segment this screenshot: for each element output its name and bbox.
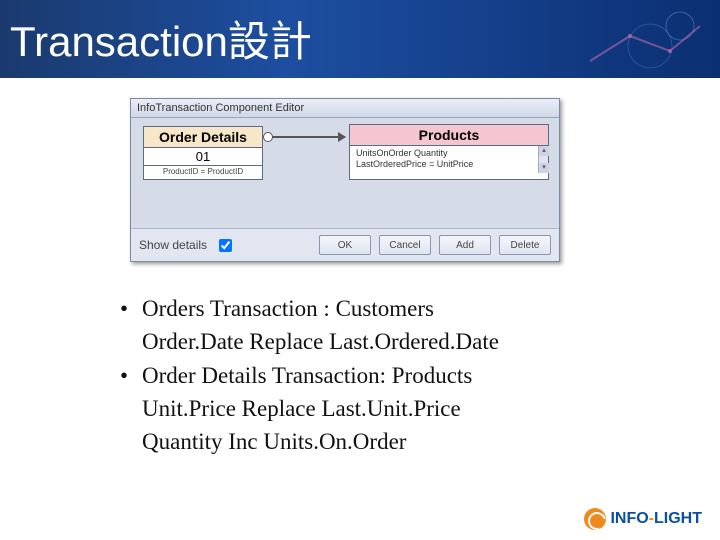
show-details-label: Show details [139, 238, 207, 252]
order-details-footer: ProductID = ProductID [144, 166, 262, 177]
products-line: UnitsOnOrder Quantity [356, 148, 542, 159]
logo-mark-icon [584, 508, 606, 530]
bullet-continuation: Quantity Inc Units.On.Order [120, 425, 640, 458]
products-scrollbar[interactable]: ▴ ▾ [538, 146, 548, 173]
bullet-continuation: Unit.Price Replace Last.Unit.Price [120, 392, 640, 425]
bullet-text: Orders Transaction : Customers [142, 292, 640, 325]
title-decoration [570, 6, 710, 72]
bullet-icon: • [120, 359, 142, 392]
editor-footer: Show details OK Cancel Add Delete [131, 228, 559, 261]
brand-logo: INFO-LIGHT [584, 508, 702, 530]
bullet-icon: • [120, 292, 142, 325]
logo-text: INFO-LIGHT [610, 510, 702, 528]
scroll-up-icon[interactable]: ▴ [539, 146, 549, 156]
ok-button[interactable]: OK [319, 235, 371, 255]
logo-part1: INFO [610, 510, 648, 527]
cancel-button[interactable]: Cancel [379, 235, 431, 255]
title-band: Transaction設計 [0, 0, 720, 78]
logo-part2: LIGHT [654, 510, 702, 527]
order-details-header: Order Details [144, 127, 262, 148]
show-details-checkbox[interactable] [219, 239, 232, 252]
order-details-id: 01 [144, 148, 262, 166]
relation-arrow-icon [265, 136, 345, 138]
products-line: LastOrderedPrice = UnitPrice [356, 159, 542, 170]
delete-button[interactable]: Delete [499, 235, 551, 255]
products-node[interactable]: Products UnitsOnOrder Quantity LastOrder… [349, 124, 549, 180]
products-body: UnitsOnOrder Quantity LastOrderedPrice =… [350, 146, 548, 173]
slide-title: Transaction設計 [10, 8, 312, 69]
bullet-text: Order Details Transaction: Products [142, 359, 640, 392]
products-header: Products [350, 125, 548, 146]
editor-canvas: Order Details 01 ProductID = ProductID P… [131, 118, 559, 228]
window-titlebar: InfoTransaction Component Editor [131, 99, 559, 118]
bullet-list: • Orders Transaction : Customers Order.D… [120, 292, 640, 459]
component-editor-window: InfoTransaction Component Editor Order D… [130, 98, 560, 262]
list-item: • Order Details Transaction: Products [120, 359, 640, 392]
bullet-continuation: Order.Date Replace Last.Ordered.Date [120, 325, 640, 358]
scroll-down-icon[interactable]: ▾ [539, 163, 549, 173]
add-button[interactable]: Add [439, 235, 491, 255]
list-item: • Orders Transaction : Customers [120, 292, 640, 325]
order-details-node[interactable]: Order Details 01 ProductID = ProductID [143, 126, 263, 180]
